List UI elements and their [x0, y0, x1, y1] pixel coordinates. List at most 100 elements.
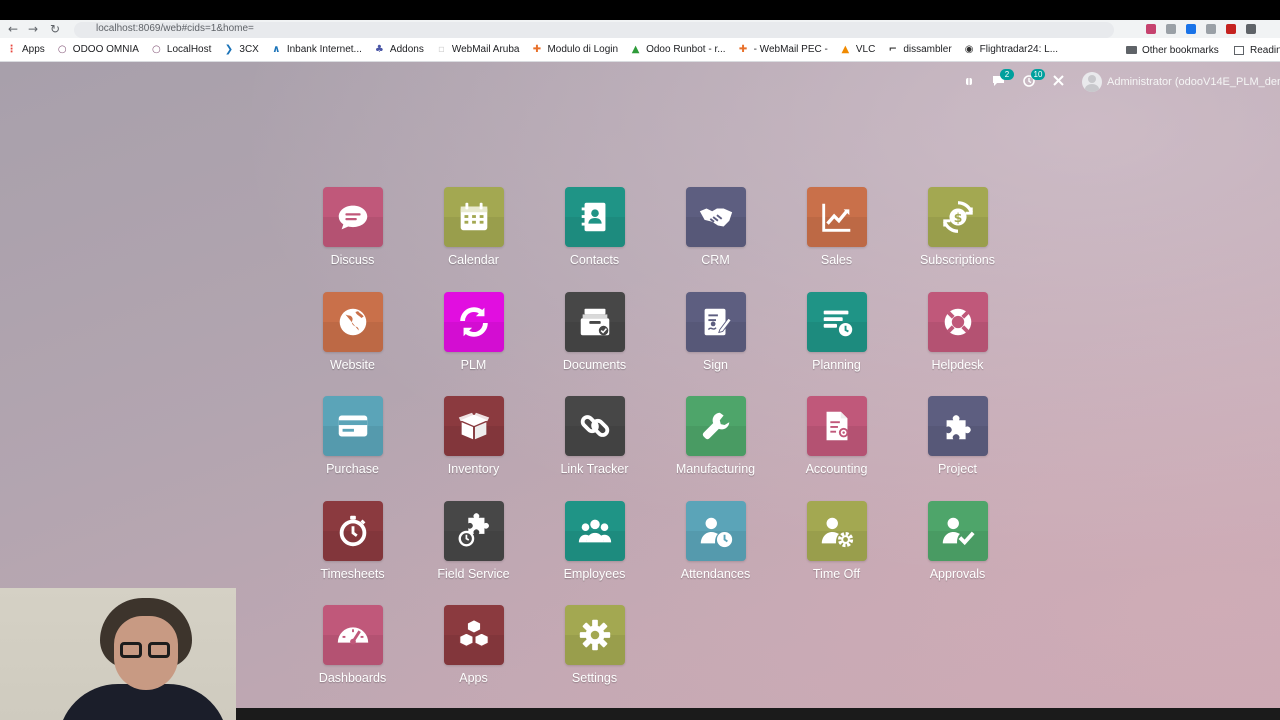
- app-label: Documents: [562, 357, 627, 372]
- signature-icon[interactable]: [685, 291, 746, 352]
- credit-card-icon[interactable]: [322, 396, 383, 456]
- person-gear-icon[interactable]: [806, 500, 867, 561]
- app-label: Employees: [563, 566, 626, 581]
- app-helpdesk[interactable]: Helpdesk: [897, 291, 1018, 397]
- puzzle-clock-icon[interactable]: [443, 500, 504, 561]
- recurring-dollar-icon[interactable]: $: [927, 187, 988, 247]
- bookmark-item[interactable]: ♣ Addons: [374, 41, 424, 59]
- messages-icon[interactable]: 2: [992, 69, 1014, 89]
- lifebuoy-icon[interactable]: [927, 291, 988, 352]
- app-sign[interactable]: Sign: [655, 291, 776, 397]
- app-timesheets[interactable]: Timesheets: [292, 500, 413, 606]
- address-book-icon[interactable]: [564, 187, 625, 247]
- app-label: Planning: [812, 357, 861, 372]
- bookmark-label: ODOO OMNIA: [72, 44, 139, 55]
- extension-icon[interactable]: [1146, 24, 1156, 34]
- chat-bubble-icon[interactable]: [322, 187, 383, 247]
- reading-list[interactable]: Readin: [1234, 38, 1280, 62]
- app-calendar[interactable]: Calendar: [413, 187, 534, 292]
- bookmark-item[interactable]: ○ ODOO OMNIA: [57, 41, 139, 59]
- svg-text:$: $: [953, 211, 962, 225]
- app-contacts[interactable]: Contacts: [534, 187, 655, 292]
- handshake-icon[interactable]: [685, 187, 746, 247]
- calendar-icon[interactable]: [443, 187, 504, 247]
- bookmark-label: Flightradar24: L...: [979, 44, 1059, 55]
- app-settings[interactable]: Settings: [534, 605, 655, 708]
- bookmark-item[interactable]: ▲ VLC: [840, 41, 876, 59]
- bookmark-item[interactable]: ❯ 3CX: [223, 41, 259, 59]
- bookmark-item[interactable]: ✚ Modulo di Login: [531, 41, 618, 59]
- people-group-icon[interactable]: [564, 500, 625, 561]
- link-icon[interactable]: [564, 396, 625, 456]
- addons-icon: ♣: [374, 44, 384, 55]
- app-time-off[interactable]: Time Off: [776, 500, 897, 606]
- other-bookmarks-label: Other bookmarks: [1142, 44, 1219, 56]
- trend-chart-icon[interactable]: [806, 187, 867, 247]
- folder-icon: [1126, 46, 1137, 54]
- bug-icon[interactable]: [964, 75, 974, 89]
- forward-icon[interactable]: →: [26, 22, 40, 36]
- app-approvals[interactable]: Approvals: [897, 500, 1018, 606]
- app-label: Calendar: [448, 253, 499, 267]
- extension-icon[interactable]: [1226, 24, 1236, 34]
- extension-icon[interactable]: [1186, 24, 1196, 34]
- app-subscriptions[interactable]: $ Subscriptions: [897, 187, 1018, 292]
- bookmark-item[interactable]: ∧ Inbank Internet...: [271, 41, 362, 59]
- app-attendances[interactable]: Attendances: [655, 500, 776, 606]
- browser-toolbar: ← → ↻ localhost:8069/web#cids=1&home=: [0, 20, 1280, 38]
- app-discuss[interactable]: Discuss: [292, 187, 413, 292]
- box-icon[interactable]: [443, 396, 504, 456]
- address-bar[interactable]: localhost:8069/web#cids=1&home=: [74, 22, 1114, 38]
- app-planning[interactable]: Planning: [776, 291, 897, 397]
- app-employees[interactable]: Employees: [534, 500, 655, 606]
- inbox-tray-icon[interactable]: [564, 291, 625, 352]
- app-inventory[interactable]: Inventory: [413, 396, 534, 501]
- app-project[interactable]: Project: [897, 396, 1018, 501]
- app-sales[interactable]: Sales: [776, 187, 897, 292]
- gear-icon[interactable]: [564, 605, 625, 665]
- app-field-service[interactable]: Field Service: [413, 500, 534, 606]
- bookmark-item[interactable]: ⌐ dissambler: [887, 41, 952, 59]
- bookmark-item[interactable]: ▫ WebMail Aruba: [436, 41, 520, 59]
- sync-icon[interactable]: [443, 291, 504, 352]
- planning-icon[interactable]: [806, 291, 867, 352]
- back-icon[interactable]: ←: [6, 22, 20, 36]
- plus-icon: ✚: [532, 44, 542, 55]
- invoice-gear-icon[interactable]: [806, 396, 867, 456]
- globe-icon[interactable]: [322, 291, 383, 352]
- puzzle-icon[interactable]: [1246, 24, 1256, 34]
- app-manufacturing[interactable]: Manufacturing: [655, 396, 776, 501]
- reload-icon[interactable]: ↻: [48, 22, 62, 36]
- puzzle-icon[interactable]: [927, 396, 988, 456]
- app-dashboards[interactable]: Dashboards: [292, 605, 413, 708]
- app-crm[interactable]: CRM: [655, 187, 776, 292]
- app-purchase[interactable]: Purchase: [292, 396, 413, 501]
- dissambler-icon: ⌐: [888, 44, 897, 55]
- app-website[interactable]: Website: [292, 291, 413, 397]
- person-clock-icon[interactable]: [685, 500, 746, 561]
- extension-icon[interactable]: [1166, 24, 1176, 34]
- bookmark-label: VLC: [855, 44, 876, 55]
- plus-icon: ✚: [738, 44, 748, 55]
- cubes-icon[interactable]: [443, 605, 504, 665]
- stopwatch-icon[interactable]: [322, 500, 383, 561]
- other-bookmarks[interactable]: Other bookmarks: [1126, 38, 1219, 62]
- activities-icon[interactable]: 10: [1023, 68, 1045, 90]
- person-check-icon[interactable]: [927, 500, 988, 561]
- gauge-icon[interactable]: [322, 605, 383, 665]
- bookmark-item[interactable]: ◉ Flightradar24: L...: [964, 41, 1058, 59]
- app-link-tracker[interactable]: Link Tracker: [534, 396, 655, 501]
- bookmark-item[interactable]: ▲ Odoo Runbot - r...: [630, 41, 726, 59]
- bookmark-item[interactable]: ✚ - WebMail PEC -: [738, 41, 828, 59]
- activities-badge: 10: [1031, 68, 1045, 80]
- app-apps[interactable]: Apps: [413, 605, 534, 708]
- bookmark-item[interactable]: ○ LocalHost: [151, 41, 211, 59]
- bookmark-item[interactable]: ⋮ Apps: [6, 41, 45, 59]
- user-menu[interactable]: Administrator (odooV14E_PLM_demo): [1082, 72, 1280, 92]
- app-documents[interactable]: Documents: [534, 291, 655, 397]
- app-plm[interactable]: PLM: [413, 291, 534, 397]
- app-accounting[interactable]: Accounting: [776, 396, 897, 501]
- wrench-icon[interactable]: [685, 396, 746, 456]
- close-icon[interactable]: [1053, 75, 1064, 89]
- extension-icon[interactable]: [1206, 24, 1216, 34]
